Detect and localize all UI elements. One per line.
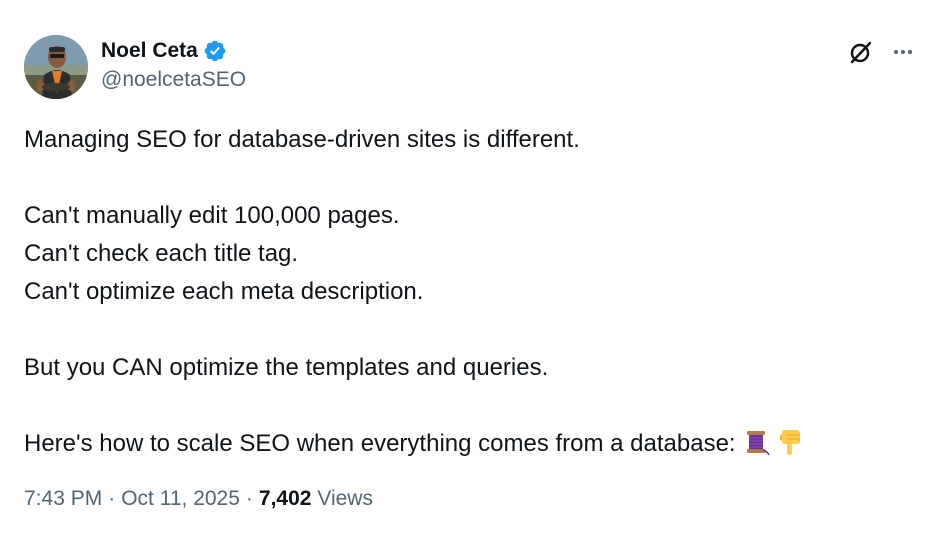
tweet: Noel Ceta @noelcetaSEO Managing SEO for … — [0, 0, 943, 540]
avatar[interactable] — [24, 35, 88, 99]
tweet-text-line: Can't manually edit 100,000 pages. — [24, 202, 400, 229]
more-options-icon[interactable] — [889, 38, 917, 66]
backhand-index-pointing-down-emoji — [776, 428, 804, 456]
meta-separator: · — [245, 487, 253, 510]
views-label: Views — [317, 487, 373, 510]
verified-badge-icon[interactable] — [203, 39, 227, 63]
meta-separator: · — [108, 487, 116, 510]
tweet-text-line: Managing SEO for database-driven sites i… — [24, 126, 580, 153]
author-display-name[interactable]: Noel Ceta — [101, 39, 198, 63]
author-name-row: Noel Ceta — [101, 37, 227, 65]
tweet-date[interactable]: Oct 11, 2025 — [121, 487, 240, 510]
thread-spool-emoji — [742, 428, 770, 456]
tweet-text-line: Can't optimize each meta description. — [24, 278, 424, 305]
tweet-text-line: Can't check each title tag. — [24, 240, 299, 267]
tweet-text-line: Here's how to scale SEO when everything … — [24, 430, 736, 457]
author-handle[interactable]: @noelcetaSEO — [101, 68, 246, 92]
views-count: 7,402 — [258, 487, 312, 510]
tweet-time[interactable]: 7:43 PM — [24, 487, 102, 510]
tweet-text-line: But you CAN optimize the templates and q… — [24, 354, 549, 381]
tweet-text: Managing SEO for database-driven sites i… — [24, 121, 924, 463]
tweet-meta: 7:43 PM · Oct 11, 2025 · 7,402 Views — [24, 487, 373, 511]
grok-icon[interactable] — [847, 38, 875, 66]
avatar-photo — [24, 35, 88, 99]
tweet-text-last-line: Here's how to scale SEO when everything … — [24, 425, 924, 463]
